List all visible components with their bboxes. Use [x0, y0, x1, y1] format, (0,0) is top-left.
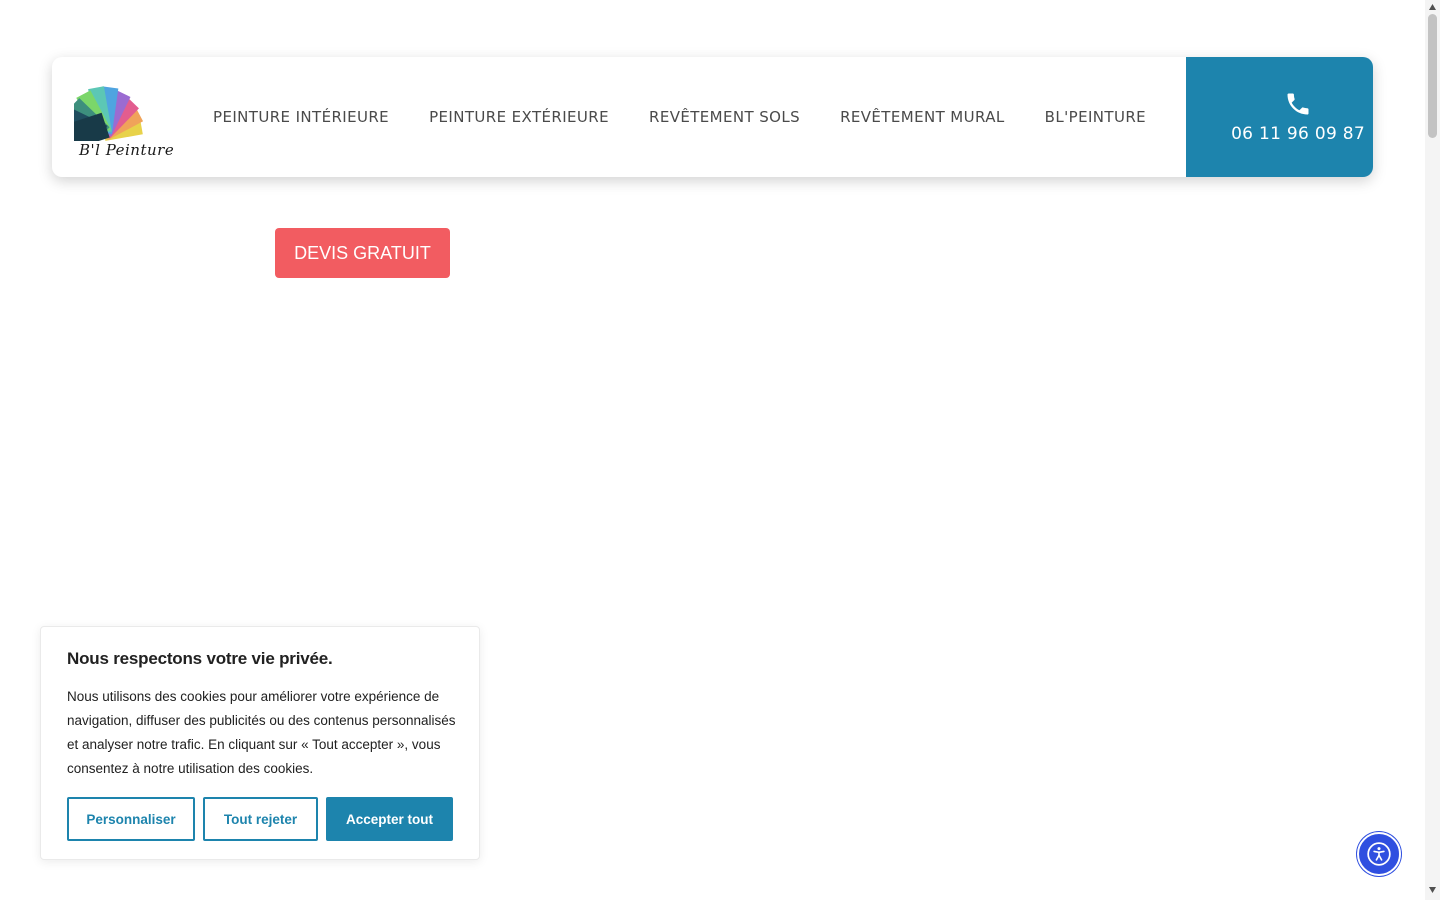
scroll-down-arrow-icon[interactable]	[1428, 886, 1437, 894]
cookie-title: Nous respectons votre vie privée.	[67, 649, 333, 668]
site-header: B'l Peinture PEINTURE INTÉRIEURE PEINTUR…	[52, 57, 1373, 177]
phone-call-button[interactable]: 06 11 96 09 87	[1186, 57, 1373, 177]
phone-number: 06 11 96 09 87	[1231, 124, 1366, 144]
nav-item-revetement-sols[interactable]: REVÊTEMENT SOLS	[649, 108, 800, 126]
nav-item-peinture-interieure[interactable]: PEINTURE INTÉRIEURE	[213, 108, 389, 126]
customize-button[interactable]: Personnaliser	[67, 797, 195, 841]
logo[interactable]: B'l Peinture	[52, 57, 192, 177]
phone-icon	[1287, 93, 1309, 115]
reject-all-button[interactable]: Tout rejeter	[203, 797, 318, 841]
scroll-thumb[interactable]	[1428, 14, 1437, 138]
scrollbar[interactable]	[1425, 0, 1440, 900]
nav-item-revetement-mural[interactable]: REVÊTEMENT MURAL	[840, 108, 1005, 126]
nav-item-peinture-exterieure[interactable]: PEINTURE EXTÉRIEURE	[429, 108, 609, 126]
scroll-up-arrow-icon[interactable]	[1428, 3, 1437, 11]
accessibility-icon	[1367, 842, 1391, 866]
main-nav: PEINTURE INTÉRIEURE PEINTURE EXTÉRIEURE …	[192, 57, 1186, 177]
cookie-text: Nous utilisons des cookies pour améliore…	[67, 689, 456, 776]
cookie-buttons: Personnaliser Tout rejeter Accepter tout	[67, 797, 453, 841]
accessibility-button[interactable]	[1357, 832, 1401, 876]
devis-gratuit-button[interactable]: DEVIS GRATUIT	[275, 228, 450, 278]
logo-text: B'l Peinture	[79, 141, 175, 159]
accept-all-button[interactable]: Accepter tout	[326, 797, 453, 841]
color-fan-logo-icon	[74, 86, 144, 141]
nav-item-bl-peinture[interactable]: BL'PEINTURE	[1045, 108, 1146, 126]
cookie-banner: Nous respectons votre vie privée. Nous u…	[40, 626, 480, 860]
